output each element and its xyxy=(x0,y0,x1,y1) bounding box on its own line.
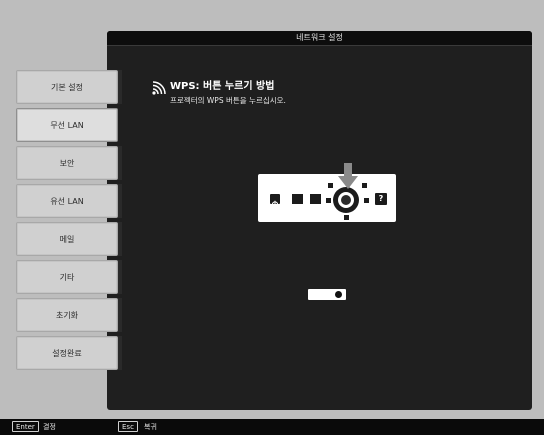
help-icon: ? xyxy=(375,193,387,205)
remote-illustration xyxy=(308,289,346,300)
panel-button xyxy=(310,194,321,204)
down-arrow-icon xyxy=(338,163,358,189)
esc-key: Esc xyxy=(118,421,138,432)
enter-key-label: 결정 xyxy=(43,423,56,431)
wireless-signal-icon xyxy=(152,81,166,95)
sidebar-item-basic-settings[interactable]: 기본 설정 xyxy=(16,70,118,104)
sidebar-item-reset[interactable]: 초기화 xyxy=(16,298,118,332)
panel-indicator-dot xyxy=(328,183,333,188)
sidebar-item-other[interactable]: 기타 xyxy=(16,260,118,294)
panel-title: 네트워크 설정 xyxy=(296,33,343,42)
power-icon xyxy=(270,194,280,208)
sidebar-item-wireless-lan[interactable]: 무선 LAN xyxy=(16,108,118,142)
sidebar-item-shadow xyxy=(118,70,122,104)
wps-title: WPS: 버튼 누르기 방법 xyxy=(170,81,275,92)
panel-indicator-dot xyxy=(364,198,369,203)
sidebar-item-setup-complete[interactable]: 설정완료 xyxy=(16,336,118,370)
wps-instruction: 프로젝터의 WPS 버튼을 누르십시오. xyxy=(170,96,286,105)
sidebar-item-shadow xyxy=(118,146,122,180)
bottom-help-bar: Enter 결정 Esc 복귀 xyxy=(0,419,544,435)
sidebar-item-security[interactable]: 보안 xyxy=(16,146,118,180)
wps-button-icon xyxy=(341,195,351,205)
remote-button xyxy=(335,291,342,298)
panel-button xyxy=(292,194,303,204)
sidebar-item-shadow xyxy=(118,336,122,370)
panel-indicator-dot xyxy=(362,183,367,188)
enter-key: Enter xyxy=(12,421,39,432)
sidebar-item-mail[interactable]: 메일 xyxy=(16,222,118,256)
panel-indicator-dot xyxy=(344,215,349,220)
sidebar-item-shadow xyxy=(118,222,122,256)
sidebar-item-wired-lan[interactable]: 유선 LAN xyxy=(16,184,118,218)
sidebar-item-shadow xyxy=(118,298,122,332)
projector-panel-illustration: ? xyxy=(258,174,396,222)
sidebar-item-shadow xyxy=(118,184,122,218)
panel-title-bar: 네트워크 설정 xyxy=(107,31,532,46)
esc-key-label: 복귀 xyxy=(144,423,157,431)
sidebar-item-shadow xyxy=(118,260,122,294)
panel-indicator-dot xyxy=(326,198,331,203)
